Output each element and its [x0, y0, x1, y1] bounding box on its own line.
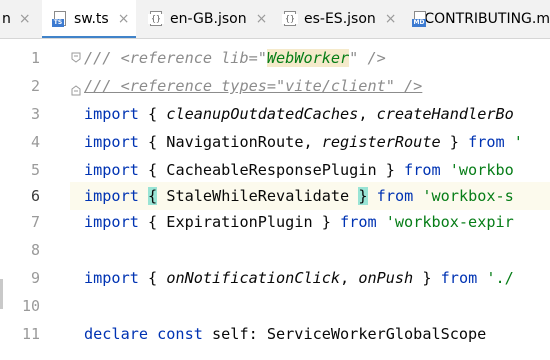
line-number: 2 [30, 77, 40, 95]
matched-brace: } [358, 187, 368, 205]
code-editor[interactable]: /// <reference lib="WebWorker" /> /// <r… [70, 39, 550, 360]
close-icon[interactable]: × [19, 12, 31, 26]
tab-label: es-ES.json [304, 11, 376, 27]
code-line-9: import { onNotificationClick, onPush } f… [84, 269, 514, 287]
line-number: 5 [30, 161, 40, 179]
tab-es-es-json[interactable]: {} es-ES.json × [272, 0, 402, 38]
code-line-2: /// <reference types="vite/client" /> [84, 77, 423, 95]
typescript-file-icon: TS [52, 11, 68, 27]
line-number: 3 [30, 105, 40, 123]
close-icon[interactable]: × [118, 12, 130, 26]
line-number: 10 [21, 297, 40, 315]
line-number-gutter[interactable]: 1 2 3 4 5 6 7 8 9 10 11 [0, 39, 70, 360]
markdown-file-icon: MD [412, 11, 426, 27]
json-file-icon: {} [148, 11, 164, 27]
scroll-marker [0, 279, 3, 309]
tab-label: CONTRIBUTING.m [424, 11, 550, 27]
line-number: 7 [30, 213, 40, 231]
tab-previous[interactable]: n × [0, 0, 34, 38]
close-icon[interactable]: × [385, 12, 397, 26]
tab-label: en-GB.json [170, 11, 247, 27]
json-file-icon: {} [282, 11, 298, 27]
line-number-current: 6 [30, 187, 40, 205]
line-number: 11 [21, 325, 40, 343]
line-number: 9 [30, 269, 40, 287]
line-number: 8 [30, 241, 40, 259]
code-line-6-current: import { StaleWhileRevalidate } from 'wo… [70, 182, 550, 210]
tab-contributing-md[interactable]: MD CONTRIBUTING.m [404, 0, 550, 38]
highlighted-string: WebWorker [266, 49, 350, 67]
line-number: 4 [30, 133, 40, 151]
code-line-1: /// <reference lib="WebWorker" /> [84, 49, 386, 67]
code-line-3: import { cleanupOutdatedCaches, createHa… [84, 105, 514, 123]
code-line-7: import { ExpirationPlugin } from 'workbo… [84, 213, 514, 231]
close-icon[interactable]: × [256, 12, 268, 26]
editor-tab-bar: n × TS sw.ts × {} en-GB.json × {} es-ES.… [0, 0, 550, 39]
code-line-4: import { NavigationRoute, registerRoute … [84, 133, 523, 151]
code-line-11: declare const self: ServiceWorkerGlobalS… [84, 325, 487, 343]
matched-brace: { [148, 187, 158, 205]
tab-sw-ts[interactable]: TS sw.ts × [42, 0, 136, 38]
tab-label: sw.ts [74, 11, 109, 27]
code-line-5: import { CacheableResponsePlugin } from … [84, 161, 514, 179]
tab-label: n [2, 11, 11, 27]
line-number: 1 [30, 49, 40, 67]
tab-en-gb-json[interactable]: {} en-GB.json × [138, 0, 268, 38]
